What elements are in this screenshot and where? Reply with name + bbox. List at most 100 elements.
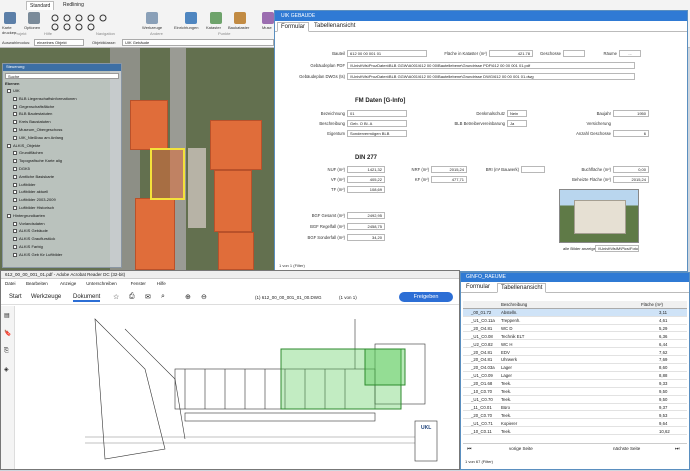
field-value[interactable]: 612 00 00 001 01 [347, 50, 427, 57]
star-icon[interactable]: ☆ [113, 293, 119, 301]
layers-icon[interactable]: ◈ [4, 366, 9, 373]
layer-item[interactable]: Kreis Baustatuten [13, 119, 51, 124]
table-row[interactable]: _20_O4.81 Uhrwerk 7,69 [463, 356, 687, 365]
layer-item[interactable]: ALKIS Farbig [13, 244, 43, 249]
field-value[interactable]: 01 [347, 110, 407, 117]
field-value[interactable]: 421.78 [489, 50, 533, 57]
tab-formular[interactable]: Formular [463, 283, 493, 291]
building-highlight[interactable] [214, 170, 252, 232]
layer-item[interactable]: Luftbilder [13, 182, 35, 187]
building-highlight[interactable] [130, 100, 168, 150]
facilities-button[interactable]: Einrichtungen [174, 25, 198, 30]
layer-checkbox[interactable] [13, 174, 17, 179]
layer-item[interactable]: Museum_Obergeschoss [13, 127, 62, 132]
layer-checkbox[interactable] [13, 127, 17, 132]
field-value[interactable]: 1950 [613, 110, 649, 117]
layer-item[interactable]: BLB Liegenschaftsinformationen [13, 96, 77, 101]
table-row[interactable]: _U2_C0.82 WC H 6,44 [463, 341, 687, 349]
field-value[interactable]: 6 [613, 130, 649, 137]
table-row[interactable]: _U1_C0.08 Technik ELT 6,36 [463, 333, 687, 341]
building-highlight[interactable] [135, 198, 175, 270]
layer-item[interactable]: ALKIS Gebäude [13, 228, 48, 233]
next-page-button[interactable]: nächste Seite [613, 446, 640, 451]
attachment-icon[interactable]: ⎘ [4, 348, 9, 355]
options-button[interactable]: Optionen [24, 25, 40, 30]
layer-item[interactable]: Amtliche Basiskarte [13, 174, 54, 179]
search-icon[interactable]: ⌕ [161, 293, 165, 301]
layer-item[interactable]: Gegenschaftsfläche [13, 104, 54, 109]
layer-checkbox[interactable] [13, 221, 17, 226]
col-area[interactable]: Fläche (m²) [641, 302, 663, 307]
field-value[interactable] [563, 50, 585, 57]
menu-item[interactable]: Anzeige [60, 281, 76, 286]
field-value[interactable]: 0,00 [613, 166, 649, 173]
nav-tab-dokument[interactable]: Dokument [73, 294, 101, 302]
layer-item[interactable]: DGK5 [13, 166, 30, 171]
facilities-icon[interactable] [185, 12, 197, 24]
layer-item[interactable]: ALKIS_Objekte [7, 143, 40, 148]
selected-building[interactable] [150, 148, 185, 200]
rooms-button[interactable]: ... [619, 50, 641, 57]
table-row[interactable]: _10_C0.11 Teek. 10,62 [463, 428, 687, 436]
table-row[interactable]: _U1_C0.70 Teek. 9,50 [463, 396, 687, 404]
mail-icon[interactable]: ✉ [145, 293, 151, 301]
share-button[interactable]: Freigeben [399, 292, 453, 302]
layer-checkbox[interactable] [13, 237, 17, 242]
print-map-icon[interactable] [4, 12, 16, 24]
tools-icon[interactable] [146, 12, 158, 24]
field-value[interactable]: Sondervermögen BLB [347, 130, 407, 137]
field-value[interactable]: 108,69 [347, 186, 385, 193]
layer-item[interactable]: Topografische Karte alig [13, 158, 62, 163]
page-info[interactable]: (1) 612_00_00_001_01_00.DWG [255, 295, 322, 300]
layer-item[interactable]: Luftbilder 2003-2009 [13, 197, 56, 202]
layer-search-input[interactable]: Suche [5, 73, 119, 79]
zoom-tools-icon[interactable] [50, 13, 148, 31]
layer-checkbox[interactable] [13, 182, 17, 187]
show-all-photos-link[interactable]: alle Bilder anzeigen [563, 246, 598, 251]
layer-item[interactable]: Grundflächen [13, 150, 43, 155]
previous-page-button[interactable]: vorige Seite [509, 446, 533, 451]
nav-tab-werkzeuge[interactable]: Werkzeuge [31, 294, 61, 300]
layer-checkbox[interactable] [13, 120, 17, 125]
field-value[interactable]: 2015,24 [431, 166, 467, 173]
nav-tab-start[interactable]: Start [9, 294, 22, 300]
field-value[interactable]: 1421,32 [347, 166, 385, 173]
field-value[interactable]: 34,20 [347, 234, 385, 241]
field-value[interactable]: 405,22 [347, 176, 385, 183]
layer-item[interactable]: Hintergrundkarten [7, 213, 45, 218]
menu-item[interactable]: Fenster [131, 281, 146, 286]
layer-checkbox[interactable] [13, 190, 17, 195]
building-highlight[interactable] [218, 232, 254, 270]
layer-checkbox[interactable] [13, 96, 17, 101]
photo-path-field[interactable]: \\UnivIt\IfsIM\Pics\Fotos [595, 245, 639, 252]
layer-item[interactable]: ALKIS Geb für Luftbilder [13, 252, 62, 257]
layer-item[interactable]: Luftbilder Historisch [13, 205, 54, 210]
table-row[interactable]: _U1_C0.11a Treppenh. 4,61 [463, 317, 687, 325]
floor-plan-page[interactable]: UKL [85, 309, 441, 469]
field-value[interactable]: 2492,95 [347, 212, 385, 219]
field-value[interactable]: 2015,24 [613, 176, 649, 183]
building-cadastre-button[interactable]: Baukataster [228, 25, 249, 30]
layer-checkbox[interactable] [7, 213, 11, 218]
selection-mode-select[interactable]: einzelnes Objekt [34, 39, 84, 46]
tab-tabellenansicht[interactable]: Tabellenansicht [497, 283, 547, 293]
first-page-icon[interactable]: ⏮ [467, 446, 472, 452]
table-row[interactable]: _11_C0.01 Büro 9,37 [463, 404, 687, 412]
field-value[interactable] [521, 166, 545, 173]
col-description[interactable]: Beschreibung [501, 302, 527, 307]
layer-checkbox[interactable] [13, 135, 17, 140]
table-row[interactable]: _10_C0.70 Teek. 9,50 [463, 388, 687, 396]
tools-button[interactable]: Werkzeuge [142, 25, 162, 30]
layer-item[interactable]: Vorlandsdaten [13, 221, 45, 226]
field-value[interactable]: 477,71 [431, 176, 467, 183]
table-row[interactable]: _20_O1.68 Teek. 9,33 [463, 380, 687, 388]
building-photo[interactable] [559, 189, 639, 243]
layer-item[interactable]: Luftbilder aktuell [13, 189, 48, 194]
table-row[interactable]: _20_O4.81 WC D 5,29 [463, 325, 687, 333]
field-value[interactable]: Ja [507, 120, 527, 127]
layer-checkbox[interactable] [13, 112, 17, 117]
tab-tabellenansicht[interactable]: Tabellenansicht [311, 22, 358, 30]
page-up-icon[interactable]: ⊕ [185, 293, 191, 301]
layer-checkbox[interactable] [7, 143, 11, 148]
menu-item[interactable]: Datei [5, 281, 16, 286]
